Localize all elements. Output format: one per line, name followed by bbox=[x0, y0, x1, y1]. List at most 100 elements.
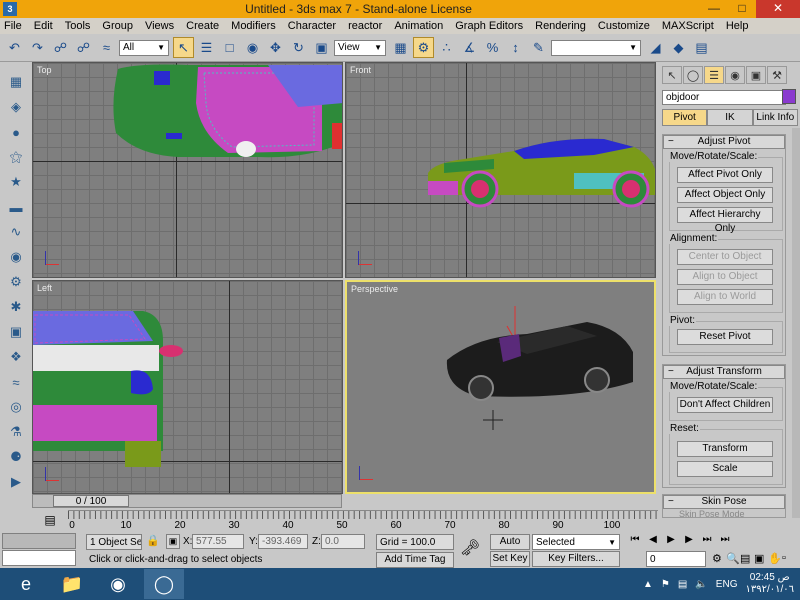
menu-customize[interactable]: Customize bbox=[598, 20, 650, 32]
menu-edit[interactable]: Edit bbox=[34, 20, 53, 32]
time-slider-thumb[interactable]: 0 / 100 bbox=[53, 495, 129, 507]
select-and-link-icon[interactable]: ☍ bbox=[50, 37, 71, 58]
ref-coord-dropdown[interactable]: View ▼ bbox=[334, 39, 386, 56]
water-icon[interactable]: ≈ bbox=[5, 372, 27, 392]
menu-create[interactable]: Create bbox=[186, 20, 219, 32]
key-mode-toggle-icon[interactable]: ⏭ bbox=[716, 534, 734, 545]
unlink-selection-icon[interactable]: ☍ bbox=[73, 37, 94, 58]
affect-pivot-only-button[interactable]: Affect Pivot Only bbox=[677, 167, 773, 183]
absolute-mode-icon[interactable]: ▣ bbox=[166, 534, 180, 549]
chrome-icon[interactable]: ◉ bbox=[98, 569, 138, 599]
viewport-perspective[interactable]: Perspective bbox=[345, 280, 656, 494]
network-icon[interactable]: ▤ bbox=[678, 579, 687, 590]
time-config-icon[interactable]: ⚙ bbox=[712, 552, 726, 565]
key-icon[interactable]: 🗝 bbox=[460, 538, 480, 558]
viewport-label-front[interactable]: Front bbox=[350, 65, 371, 75]
wind-icon[interactable]: ✱ bbox=[5, 297, 27, 317]
x-coord-field[interactable]: 577.55 bbox=[192, 534, 244, 549]
soft-body-collection-icon[interactable]: ● bbox=[5, 122, 27, 142]
3ds-max-taskbar-icon[interactable]: ◯ bbox=[144, 569, 184, 599]
z-coord-field[interactable]: 0.0 bbox=[321, 534, 365, 549]
lock-selection-icon[interactable]: 🔒 bbox=[146, 534, 160, 547]
spinner-snap-icon[interactable]: ↕ bbox=[505, 37, 526, 58]
menu-character[interactable]: Character bbox=[288, 20, 336, 32]
maximize-viewport-icon[interactable]: ▫ bbox=[782, 552, 796, 565]
zoom-extents-icon[interactable]: ▣ bbox=[754, 552, 768, 565]
language-indicator[interactable]: ENG bbox=[716, 579, 738, 590]
menu-views[interactable]: Views bbox=[145, 20, 174, 32]
select-object-icon[interactable]: ↖ bbox=[173, 37, 194, 58]
menu-modifiers[interactable]: Modifiers bbox=[231, 20, 276, 32]
maxscript-input-mini[interactable] bbox=[2, 550, 76, 566]
previous-frame-icon[interactable]: ◀ bbox=[644, 534, 662, 545]
pan-icon[interactable]: ✋ bbox=[768, 552, 782, 565]
set-key-button[interactable]: Set Key bbox=[490, 551, 530, 567]
current-frame-field[interactable]: 0 bbox=[646, 551, 706, 567]
adjust-pivot-header[interactable]: − Adjust Pivot bbox=[663, 135, 785, 149]
menu-maxscript[interactable]: MAXScript bbox=[662, 20, 714, 32]
align-to-world-button[interactable]: Align to World bbox=[677, 289, 773, 305]
play-icon[interactable]: ▶ bbox=[662, 534, 680, 545]
select-and-move-icon[interactable]: ✥ bbox=[265, 37, 286, 58]
menu-animation[interactable]: Animation bbox=[394, 20, 443, 32]
object-name-field[interactable]: objdoor bbox=[662, 90, 786, 105]
fracture-icon[interactable]: ❖ bbox=[5, 347, 27, 367]
utilities-tab-icon[interactable]: ⚒ bbox=[767, 66, 787, 84]
motion-tab-icon[interactable]: ◉ bbox=[725, 66, 745, 84]
center-to-object-button[interactable]: Center to Object bbox=[677, 249, 773, 265]
viewport-label-left[interactable]: Left bbox=[37, 283, 52, 293]
scale-reset-button[interactable]: Scale bbox=[677, 461, 773, 477]
affect-object-only-button[interactable]: Affect Object Only bbox=[677, 187, 773, 203]
redo-icon[interactable]: ↷ bbox=[27, 37, 48, 58]
show-hidden-icons-icon[interactable]: ▲ bbox=[643, 579, 653, 590]
skin-pose-header[interactable]: − Skin Pose bbox=[663, 495, 785, 509]
menu-rendering[interactable]: Rendering bbox=[535, 20, 586, 32]
minimize-button[interactable]: — bbox=[700, 0, 728, 18]
select-by-name-icon[interactable]: ☰ bbox=[196, 37, 217, 58]
percent-snap-icon[interactable]: % bbox=[482, 37, 503, 58]
dashpot-icon[interactable]: ◉ bbox=[5, 247, 27, 267]
tab-link-info[interactable]: Link Info bbox=[752, 109, 798, 126]
dont-affect-children-button[interactable]: Don't Affect Children bbox=[677, 397, 773, 413]
open-mini-curve-editor-icon[interactable]: ▤ bbox=[32, 510, 68, 530]
go-to-end-icon[interactable]: ⏭ bbox=[698, 534, 716, 545]
zoom-icon[interactable]: 🔍 bbox=[726, 552, 740, 565]
constraint-solver-icon[interactable]: ◎ bbox=[5, 397, 27, 417]
menu-help[interactable]: Help bbox=[726, 20, 749, 32]
mirror-icon[interactable]: ◢ bbox=[645, 37, 666, 58]
select-and-scale-icon[interactable]: ▣ bbox=[311, 37, 332, 58]
select-and-rotate-icon[interactable]: ↻ bbox=[288, 37, 309, 58]
maximize-button[interactable]: □ bbox=[728, 0, 756, 18]
next-frame-icon[interactable]: ▶ bbox=[680, 534, 698, 545]
clock[interactable]: 02:45 ص ١٣٩٢/٠١/٠٦ bbox=[745, 572, 794, 596]
spring-icon[interactable]: ∿ bbox=[5, 222, 27, 242]
menu-group[interactable]: Group bbox=[102, 20, 133, 32]
pivot-center-icon[interactable]: ▦ bbox=[390, 37, 411, 58]
selection-filter-dropdown[interactable]: All ▼ bbox=[119, 39, 169, 56]
plane-icon[interactable]: ▬ bbox=[5, 197, 27, 217]
key-filters-button[interactable]: Key Filters... bbox=[532, 551, 620, 567]
go-to-start-icon[interactable]: ⏮ bbox=[626, 534, 644, 545]
modify-tab-icon[interactable]: ◯ bbox=[683, 66, 703, 84]
hierarchy-tab-icon[interactable]: ☰ bbox=[704, 66, 724, 84]
reset-pivot-button[interactable]: Reset Pivot bbox=[677, 329, 773, 345]
close-button[interactable]: ✕ bbox=[756, 0, 800, 18]
auto-key-button[interactable]: Auto Key bbox=[490, 534, 530, 561]
affect-hierarchy-only-button[interactable]: Affect Hierarchy Only bbox=[677, 207, 773, 234]
tab-ik[interactable]: IK bbox=[707, 109, 753, 126]
snaps-toggle-icon[interactable]: ∴ bbox=[436, 37, 457, 58]
hinge-constraint-icon[interactable]: ⚗ bbox=[5, 422, 27, 442]
rectangular-selection-icon[interactable]: □ bbox=[219, 37, 240, 58]
point-to-point-icon[interactable]: ⚈ bbox=[5, 447, 27, 467]
select-manipulate-icon[interactable]: ⚙ bbox=[413, 37, 434, 58]
command-panel-scrollbar[interactable] bbox=[792, 128, 800, 518]
rigid-body-collection-icon[interactable]: ▦ bbox=[5, 72, 27, 92]
viewport-label-top[interactable]: Top bbox=[37, 65, 52, 75]
display-tab-icon[interactable]: ▣ bbox=[746, 66, 766, 84]
menu-reactor[interactable]: reactor bbox=[348, 20, 382, 32]
viewport-left[interactable]: Left bbox=[32, 280, 343, 494]
track-bar[interactable]: 0 10 20 30 40 50 60 70 80 90 100 bbox=[68, 510, 658, 531]
internet-explorer-icon[interactable]: e bbox=[6, 569, 46, 599]
rope-collection-icon[interactable]: ⚝ bbox=[5, 147, 27, 167]
bind-to-space-warp-icon[interactable]: ≈ bbox=[96, 37, 117, 58]
